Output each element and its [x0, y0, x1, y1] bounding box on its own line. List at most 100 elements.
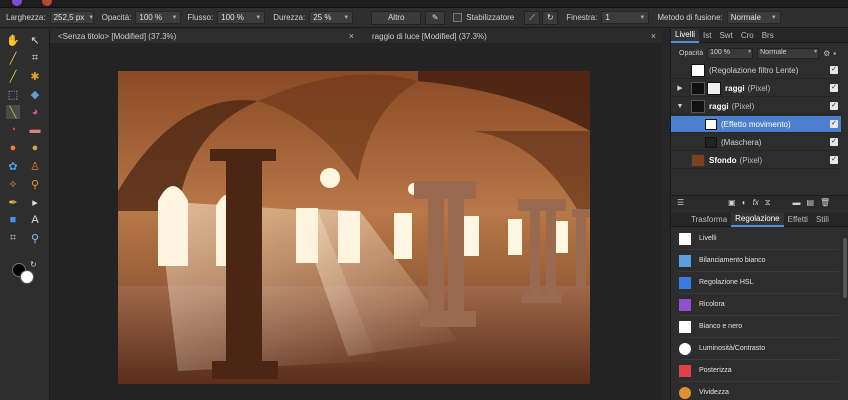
- tab-livelli[interactable]: Livelli: [671, 28, 700, 43]
- text-icon[interactable]: A: [28, 213, 42, 227]
- add-layer-icon[interactable]: ▤: [806, 198, 814, 207]
- visibility-checkbox[interactable]: ✓: [830, 156, 838, 164]
- tab-cro-label: Cro: [740, 31, 754, 40]
- scrollbar[interactable]: [843, 238, 847, 298]
- layer-blend-value: Normale: [760, 48, 787, 56]
- tab-untitled[interactable]: <Senza titolo> [Modified] (37.3%) ×: [50, 29, 360, 43]
- flow-field[interactable]: 100 % ▼: [217, 11, 266, 24]
- color-replace-icon[interactable]: ◕: [28, 105, 42, 119]
- layer-blend-select[interactable]: Normale ▼: [757, 47, 820, 59]
- node-icon[interactable]: ▸: [28, 195, 42, 209]
- live-filter-icon[interactable]: ⧖: [765, 198, 771, 208]
- persona-icon[interactable]: [42, 0, 52, 6]
- visibility-checkbox[interactable]: ✓: [830, 84, 838, 92]
- adjustment-item[interactable]: Livelli: [679, 228, 839, 250]
- window-field[interactable]: 1 ▼: [601, 11, 650, 24]
- adjustment-item[interactable]: Regolazione HSL: [679, 272, 839, 294]
- tab-ist[interactable]: Ist: [699, 29, 715, 43]
- lock-icon[interactable]: ▪: [833, 49, 836, 58]
- dodge-icon[interactable]: ●: [6, 141, 20, 155]
- opacity-label: Opacità:: [101, 13, 132, 22]
- visibility-checkbox[interactable]: ✓: [830, 138, 838, 146]
- pixel-brush-icon[interactable]: ◔: [6, 123, 20, 137]
- width-field[interactable]: 252,5 px ▼: [49, 11, 94, 24]
- tab-untitled-label: <Senza titolo> [Modified] (37.3%): [58, 31, 177, 41]
- blur-icon[interactable]: ✿: [6, 159, 20, 173]
- color-well[interactable]: ↻: [10, 260, 44, 291]
- paint-brush-icon[interactable]: ╲: [6, 105, 20, 119]
- eraser-icon[interactable]: ▬: [28, 123, 42, 137]
- layer-name: raggi: [725, 83, 745, 93]
- layer-row[interactable]: (Maschera) ✓: [671, 134, 841, 151]
- more-button-label: Altro: [387, 13, 405, 22]
- pen-icon[interactable]: ✒: [6, 195, 20, 209]
- crop-icon[interactable]: ⌗: [28, 51, 42, 65]
- tab-swt[interactable]: Swt: [715, 29, 736, 43]
- visibility-checkbox[interactable]: ✓: [830, 66, 838, 74]
- stabilizer-checkbox[interactable]: [453, 13, 463, 22]
- visibility-checkbox[interactable]: ✓: [830, 102, 838, 110]
- blend-mode-label: Metodo di fusione:: [657, 13, 723, 22]
- marquee-icon[interactable]: ⬚: [6, 87, 20, 101]
- visibility-checkbox[interactable]: ✓: [830, 120, 838, 128]
- tab-effetti[interactable]: Effetti: [784, 213, 812, 227]
- secondary-color-swatch[interactable]: [20, 270, 34, 284]
- clone-icon[interactable]: ♙: [28, 159, 42, 173]
- shape-icon[interactable]: ■: [6, 213, 20, 227]
- chevron-down-icon[interactable]: ▼: [671, 103, 689, 110]
- adjustment-item[interactable]: Bianco e nero: [679, 316, 839, 338]
- fill-icon[interactable]: ◆: [28, 87, 42, 101]
- close-icon[interactable]: ×: [349, 31, 354, 41]
- layer-row[interactable]: Sfondo (Pixel) ✓: [671, 152, 841, 169]
- tab-stili[interactable]: Stili: [812, 213, 833, 227]
- fx-icon[interactable]: fx: [753, 198, 759, 207]
- opacity-field[interactable]: 100 % ▼: [135, 11, 182, 24]
- tab-raggio-di-luce[interactable]: raggio di luce [Modified] (37.3%) ×: [360, 29, 662, 43]
- red-eye-icon[interactable]: ✧: [6, 177, 20, 191]
- eyedropper-icon[interactable]: ╱: [6, 51, 20, 65]
- document-tabs: <Senza titolo> [Modified] (37.3%) × ragg…: [50, 29, 662, 43]
- layers-stack-icon[interactable]: ☰: [677, 198, 684, 207]
- adjustment-item[interactable]: Posterizza: [679, 360, 839, 382]
- folder-icon[interactable]: ▬: [792, 198, 800, 207]
- color-picker-icon[interactable]: ╱: [6, 69, 20, 83]
- mask-icon[interactable]: ▣: [728, 198, 736, 207]
- chevron-right-icon[interactable]: ▶: [671, 84, 689, 92]
- hand-icon[interactable]: ✋: [6, 33, 20, 47]
- mesh-warp-icon[interactable]: ⌗: [6, 231, 20, 245]
- tab-trasforma[interactable]: Trasforma: [671, 213, 731, 227]
- hardness-label: Durezza:: [273, 13, 306, 22]
- canvas-area[interactable]: [50, 43, 662, 400]
- adjustment-item[interactable]: Bilanciamento bianco: [679, 250, 839, 272]
- window-mode-icon[interactable]: ↻: [542, 10, 559, 25]
- layer-row[interactable]: ▼ raggi (Pixel) ✓: [671, 98, 841, 115]
- burn-icon[interactable]: ●: [28, 141, 42, 155]
- move-icon[interactable]: ↖: [28, 33, 42, 47]
- hardness-field[interactable]: 25 % ▼: [309, 11, 354, 24]
- tab-regolazione[interactable]: Regolazione: [731, 212, 784, 227]
- adjustment-icon[interactable]: ◐: [742, 198, 747, 207]
- layer-row[interactable]: (Regolazione filtro Lente) ✓: [671, 62, 841, 79]
- gear-icon[interactable]: ⚙: [823, 49, 830, 58]
- document-image[interactable]: [118, 71, 590, 384]
- trash-icon[interactable]: 🗑: [820, 198, 830, 207]
- patch-icon[interactable]: ⚲: [28, 177, 42, 191]
- panel-splitter[interactable]: [662, 29, 670, 400]
- adjustment-item[interactable]: Luminosità/Contrasto: [679, 338, 839, 360]
- tab-cro[interactable]: Cro: [737, 29, 758, 43]
- close-icon[interactable]: ×: [651, 31, 656, 41]
- adjustment-item[interactable]: Vividezza: [679, 382, 839, 400]
- adjustment-item[interactable]: Ricolora: [679, 294, 839, 316]
- selection-brush-icon[interactable]: ✱: [28, 69, 42, 83]
- layer-opacity-field[interactable]: 100 % ▼: [707, 47, 754, 59]
- layer-row[interactable]: ▶ raggi (Pixel) ✓: [671, 80, 841, 97]
- layer-row-selected[interactable]: (Effetto movimento) ✓: [671, 116, 841, 133]
- blend-mode-select[interactable]: Normale ▼: [726, 11, 781, 24]
- zoom-icon[interactable]: ⚲: [28, 231, 42, 245]
- swap-colors-icon[interactable]: ↻: [30, 260, 37, 269]
- brush-settings-icon[interactable]: ✎: [425, 10, 446, 25]
- tab-brs[interactable]: Brs: [758, 29, 778, 43]
- brightness-contrast-icon: [679, 342, 691, 355]
- more-button[interactable]: Altro: [371, 10, 422, 25]
- rope-mode-icon[interactable]: ⟋: [524, 10, 541, 25]
